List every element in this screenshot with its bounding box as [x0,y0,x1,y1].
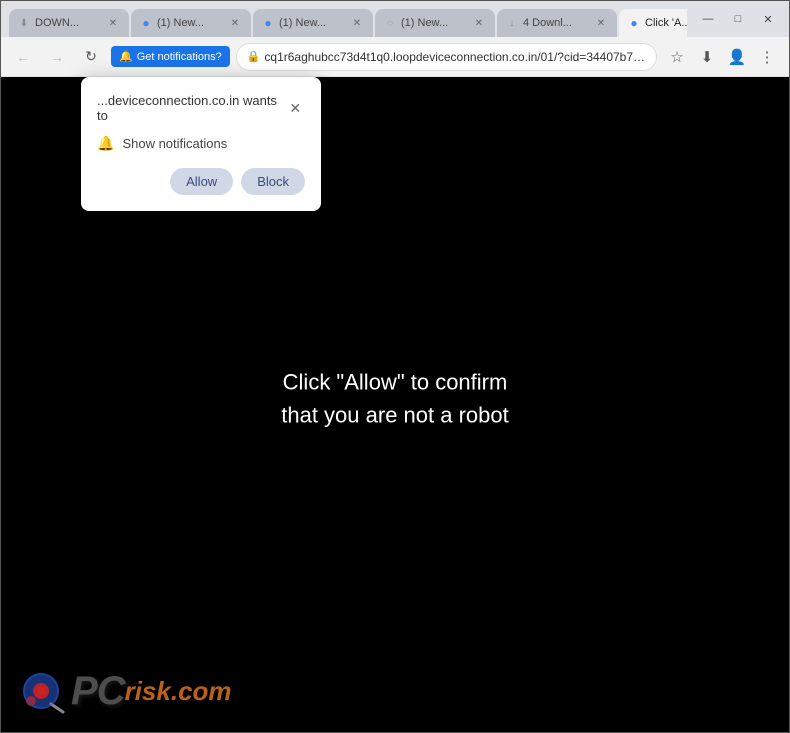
tab-6-title: Click 'A... [645,17,687,29]
tab-4[interactable]: ◌ (1) New... ✕ [375,9,495,37]
address-text: cq1r6aghubcc73d4t1q0.loopdeviceconnectio… [264,50,646,64]
bell-notification-icon: 🔔 [119,50,133,63]
popup-bell-icon: 🔔 [97,135,114,152]
logo-risk-text: risk.com [125,676,232,707]
tab-5[interactable]: ↓ 4 Downl... ✕ [497,9,617,37]
popup-notification-row: 🔔 Show notifications [97,135,305,152]
minimize-button[interactable]: — [695,10,721,28]
page-line2: that you are not a robot [281,398,509,431]
logo-text: PC risk.com [71,669,232,714]
tab-2-close[interactable]: ✕ [227,15,243,31]
popup-title: ...deviceconnection.co.in wants to [97,93,286,123]
back-button[interactable]: ← [9,43,37,71]
toolbar-icons: ☆ ⬇ 👤 ⋮ [663,43,781,71]
tab-3-favicon: ● [261,16,275,30]
tab-5-title: 4 Downl... [523,17,589,29]
tab-6-active[interactable]: ● Click 'A... ✕ [619,9,687,37]
tab-4-favicon: ◌ [383,16,397,30]
logo-pc-text: PC [71,669,125,714]
title-bar: ⬇ DOWN... ✕ ● (1) New... ✕ ● (1) New... … [1,1,789,37]
popup-header: ...deviceconnection.co.in wants to ✕ [97,93,305,123]
tab-5-close[interactable]: ✕ [593,15,609,31]
address-bar[interactable]: 🔒 cq1r6aghubcc73d4t1q0.loopdeviceconnect… [236,43,657,71]
tab-5-favicon: ↓ [505,16,519,30]
content-area: ...deviceconnection.co.in wants to ✕ 🔔 S… [1,77,789,732]
close-button[interactable]: ✕ [755,10,781,28]
toolbar: ← → ↻ 🔔 Get notifications? 🔒 cq1r6aghubc… [1,37,789,77]
reload-button[interactable]: ↻ [77,43,105,71]
tab-1-title: DOWN... [35,17,101,29]
tab-4-close[interactable]: ✕ [471,15,487,31]
tab-1-favicon: ⬇ [17,16,31,30]
tab-4-title: (1) New... [401,17,467,29]
get-notifications-button[interactable]: 🔔 Get notifications? [111,46,230,67]
page-line1: Click "Allow" to confirm [281,365,509,398]
notification-btn-label: Get notifications? [137,51,222,63]
bookmark-icon[interactable]: ☆ [663,43,691,71]
tab-2[interactable]: ● (1) New... ✕ [131,9,251,37]
pcrisk-logo-icon [21,666,71,716]
popup-close-button[interactable]: ✕ [286,98,305,118]
menu-icon[interactable]: ⋮ [753,43,781,71]
maximize-button[interactable]: □ [725,10,751,28]
tab-1-close[interactable]: ✕ [105,15,121,31]
download-icon[interactable]: ⬇ [693,43,721,71]
logo-watermark: PC risk.com [21,666,232,716]
tab-2-favicon: ● [139,16,153,30]
window-controls: — □ ✕ [695,10,781,28]
tab-6-favicon: ● [627,16,641,30]
block-button[interactable]: Block [241,168,305,195]
tab-2-title: (1) New... [157,17,223,29]
page-message: Click "Allow" to confirm that you are no… [281,365,509,431]
tabs-area: ⬇ DOWN... ✕ ● (1) New... ✕ ● (1) New... … [9,1,687,37]
popup-buttons: Allow Block [97,168,305,195]
tab-3[interactable]: ● (1) New... ✕ [253,9,373,37]
tab-3-close[interactable]: ✕ [349,15,365,31]
tab-3-title: (1) New... [279,17,345,29]
profile-icon[interactable]: 👤 [723,43,751,71]
forward-button[interactable]: → [43,43,71,71]
browser-window: ⬇ DOWN... ✕ ● (1) New... ✕ ● (1) New... … [0,0,790,733]
lock-icon: 🔒 [247,50,261,63]
allow-button[interactable]: Allow [170,168,233,195]
notification-popup: ...deviceconnection.co.in wants to ✕ 🔔 S… [81,77,321,211]
tab-1[interactable]: ⬇ DOWN... ✕ [9,9,129,37]
popup-notification-text: Show notifications [122,136,227,151]
